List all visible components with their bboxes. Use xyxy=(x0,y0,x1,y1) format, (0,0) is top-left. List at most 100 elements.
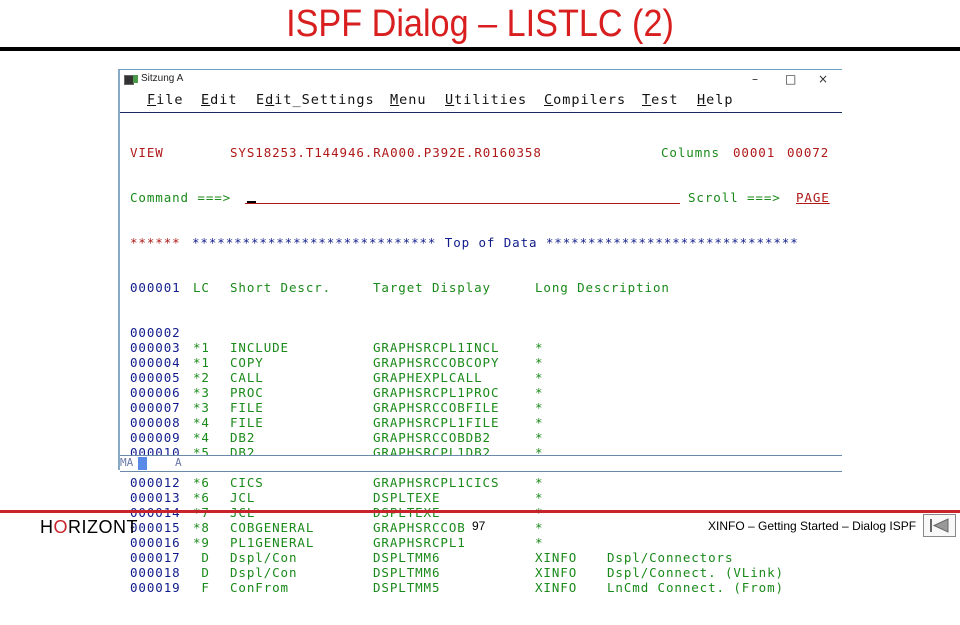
menu-help-label: elp xyxy=(706,92,734,108)
menu-edit-settings-label: it_Settings xyxy=(274,92,375,108)
line-number[interactable]: 000003 xyxy=(130,340,181,355)
table-row: 000008 *4 FILE GRAPHSRCPL1FILE * xyxy=(120,415,842,430)
footer-divider xyxy=(0,510,960,513)
line-number[interactable]: 000017 xyxy=(130,550,181,565)
line-number[interactable]: 000019 xyxy=(130,580,181,595)
maximize-icon[interactable]: □ xyxy=(785,72,796,86)
logo-part-rest: RIZONT xyxy=(68,517,139,537)
top-marker: ****** xyxy=(130,235,181,250)
dataset-name: SYS18253.T144946.RA000.P392E.R0160358 xyxy=(230,145,542,160)
columns-label: Columns xyxy=(661,145,720,160)
table-row: 000012 *6 CICS GRAPHSRCPL1CICS * xyxy=(120,475,842,490)
columns-to: 00072 xyxy=(787,145,830,160)
table-row: 000013 *6 JCL DSPLTEXE * xyxy=(120,490,842,505)
menu-utilities[interactable]: Utilities xyxy=(445,92,527,108)
short-descr: COBGENERAL xyxy=(230,520,315,535)
line-number[interactable]: 000001 xyxy=(130,280,181,295)
line-command: *2 xyxy=(193,370,210,385)
target-display: GRAPHSRCCOBFILE xyxy=(373,400,500,415)
menu-test[interactable]: Test xyxy=(642,92,679,108)
target-display: GRAPHEXPLCALL xyxy=(373,370,483,385)
line-number[interactable]: 000005 xyxy=(130,370,181,385)
target-display: GRAPHSRCCOBCOPY xyxy=(373,355,500,370)
slide-title: ISPF Dialog – LISTLC (2) xyxy=(286,3,674,45)
column-header-row: 000001 LC Short Descr. Target Display Lo… xyxy=(120,280,842,295)
menu-menu[interactable]: Menu xyxy=(390,92,427,108)
target-display: DSPLTMM5 xyxy=(373,580,441,595)
long-descr-flag: * xyxy=(535,340,544,355)
line-number[interactable]: 000006 xyxy=(130,385,181,400)
line-number[interactable]: 000007 xyxy=(130,400,181,415)
line-number[interactable]: 000008 xyxy=(130,415,181,430)
short-descr: Dspl/Con xyxy=(230,550,298,565)
menu-menu-label: enu xyxy=(399,92,427,108)
short-descr: FILE xyxy=(230,400,264,415)
target-display: DSPLTMM6 xyxy=(373,565,441,580)
target-display: GRAPHSRCPL1PROC xyxy=(373,385,500,400)
line-command: D xyxy=(193,550,210,565)
menu-utilities-accel: U xyxy=(445,92,455,108)
line-number[interactable]: 000002 xyxy=(130,325,181,340)
page-number: 97 xyxy=(472,519,486,533)
target-display: GRAPHSRCCOB xyxy=(373,520,466,535)
first-page-button[interactable] xyxy=(923,514,956,537)
long-descr-flag: * xyxy=(535,415,544,430)
menu-file[interactable]: File xyxy=(147,92,184,108)
line-number[interactable]: 000009 xyxy=(130,430,181,445)
line-command: *4 xyxy=(193,430,210,445)
header-short-descr: Short Descr. xyxy=(230,280,332,295)
short-descr: FILE xyxy=(230,415,264,430)
header-target-display: Target Display xyxy=(373,280,491,295)
menu-help[interactable]: Help xyxy=(697,92,734,108)
target-display: GRAPHSRCPL1 xyxy=(373,535,466,550)
menu-edit-settings-pre: E xyxy=(256,92,266,108)
command-line: Command ===> Scroll ===> PAGE xyxy=(120,190,842,205)
table-row: 000005 *2 CALL GRAPHEXPLCALL * xyxy=(120,370,842,385)
menu-test-accel: T xyxy=(642,92,652,108)
long-descr-flag: XINFO xyxy=(535,580,578,595)
line-number[interactable]: 000018 xyxy=(130,565,181,580)
table-row: 000004 *1 COPY GRAPHSRCCOBCOPY * xyxy=(120,355,842,370)
line-command: *3 xyxy=(193,385,210,400)
long-descr-flag: * xyxy=(535,430,544,445)
long-descr-flag: XINFO xyxy=(535,550,578,565)
status-indicator: A xyxy=(175,456,182,469)
long-descr-flag: * xyxy=(535,490,544,505)
header-line: VIEW SYS18253.T144946.RA000.P392E.R01603… xyxy=(120,145,842,160)
horizont-logo: HORIZONT xyxy=(40,517,138,538)
menu-edit-settings[interactable]: Edit_Settings xyxy=(256,92,375,108)
menu-compilers[interactable]: Compilers xyxy=(544,92,626,108)
menu-file-accel: F xyxy=(147,92,157,108)
close-icon[interactable]: × xyxy=(818,72,828,86)
window-title: Sitzung A xyxy=(141,73,184,84)
target-display: GRAPHSRCPL1CICS xyxy=(373,475,500,490)
menu-test-label: est xyxy=(651,92,679,108)
line-command: *9 xyxy=(193,535,210,550)
line-number[interactable]: 000012 xyxy=(130,475,181,490)
long-descr-flag: * xyxy=(535,535,544,550)
target-display: DSPLTMM6 xyxy=(373,550,441,565)
target-display: GRAPHSRCPL1INCL xyxy=(373,340,500,355)
table-row: 000018 D Dspl/Con DSPLTMM6 XINFO Dspl/Connec… xyxy=(120,565,842,580)
long-description: LnCmd Connect. (From) xyxy=(607,580,784,595)
app-icon-accent xyxy=(133,75,138,83)
scroll-amount-field[interactable]: PAGE xyxy=(796,190,830,205)
table-row: 000017 D Dspl/Con DSPLTMM6 XINFO Dspl/Connec… xyxy=(120,550,842,565)
target-display: GRAPHSRCCOBDB2 xyxy=(373,430,491,445)
long-descr-flag: * xyxy=(535,400,544,415)
menu-edit-settings-accel: d xyxy=(265,92,275,108)
short-descr: CICS xyxy=(230,475,264,490)
footer-caption: XINFO – Getting Started – Dialog ISPF xyxy=(708,519,917,533)
terminal-window: Sitzung A – □ × File Edit Edit_Settings … xyxy=(118,69,842,595)
minimize-icon[interactable]: – xyxy=(752,72,758,86)
table-row: 000002 xyxy=(120,325,842,340)
menu-bar: File Edit Edit_Settings Menu Utilities C… xyxy=(120,90,842,113)
command-label: Command ===> xyxy=(130,190,232,205)
mode-label: VIEW xyxy=(130,145,164,160)
long-descr-flag: XINFO xyxy=(535,565,578,580)
line-number[interactable]: 000013 xyxy=(130,490,181,505)
top-of-data-banner: ***************************** Top of Dat… xyxy=(192,235,799,250)
line-number[interactable]: 000004 xyxy=(130,355,181,370)
menu-edit[interactable]: Edit xyxy=(201,92,238,108)
menu-help-accel: H xyxy=(697,92,707,108)
